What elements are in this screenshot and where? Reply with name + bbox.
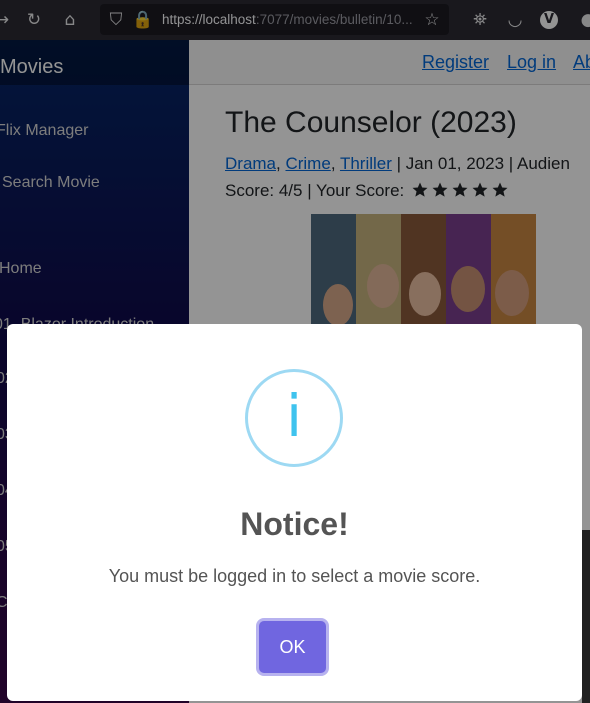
dialog-message: You must be logged in to select a movie … [108, 566, 481, 586]
notice-dialog: i Notice! You must be logged in to selec… [7, 324, 582, 701]
dialog-title: Notice! [240, 506, 349, 542]
ok-button[interactable]: OK [259, 621, 326, 673]
info-icon: i [245, 369, 343, 467]
